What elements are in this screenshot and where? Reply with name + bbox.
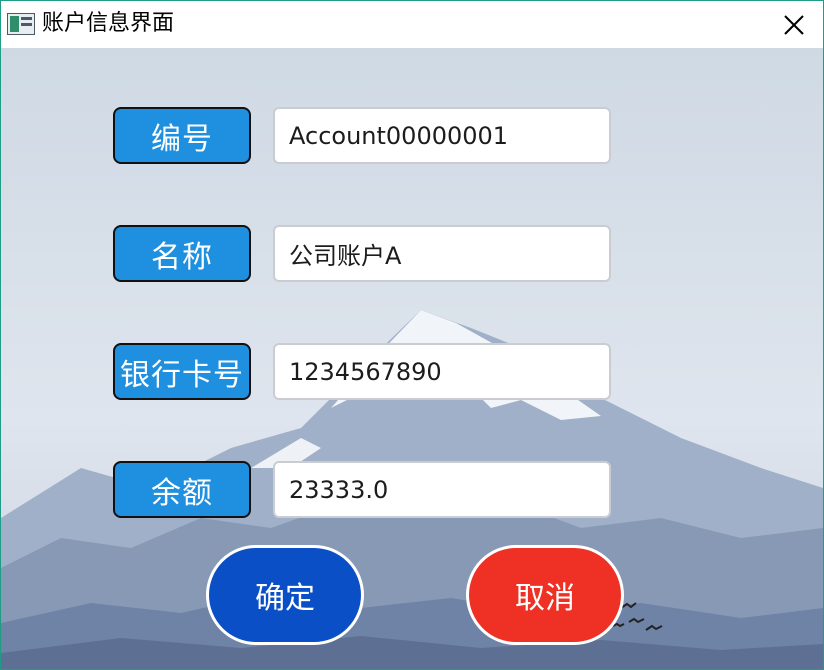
name-field[interactable] bbox=[273, 225, 611, 282]
balance-label: 余额 bbox=[113, 461, 251, 518]
cancel-button[interactable]: 取消 bbox=[466, 545, 624, 645]
id-field[interactable] bbox=[273, 107, 611, 164]
name-label: 名称 bbox=[113, 225, 251, 282]
account-info-window: 账户信息界面 编号 名称 bbox=[0, 0, 824, 670]
card-number-label: 银行卡号 bbox=[113, 343, 251, 400]
balance-field[interactable] bbox=[273, 461, 611, 518]
title-bar: 账户信息界面 bbox=[1, 1, 823, 48]
card-number-field[interactable] bbox=[273, 343, 611, 400]
id-label: 编号 bbox=[113, 107, 251, 164]
confirm-button[interactable]: 确定 bbox=[206, 545, 364, 645]
window-title: 账户信息界面 bbox=[42, 11, 175, 36]
form-area: 编号 名称 银行卡号 余额 确定 取消 bbox=[1, 48, 823, 669]
app-icon bbox=[7, 13, 35, 35]
close-icon bbox=[784, 14, 804, 35]
close-button[interactable] bbox=[765, 1, 823, 48]
